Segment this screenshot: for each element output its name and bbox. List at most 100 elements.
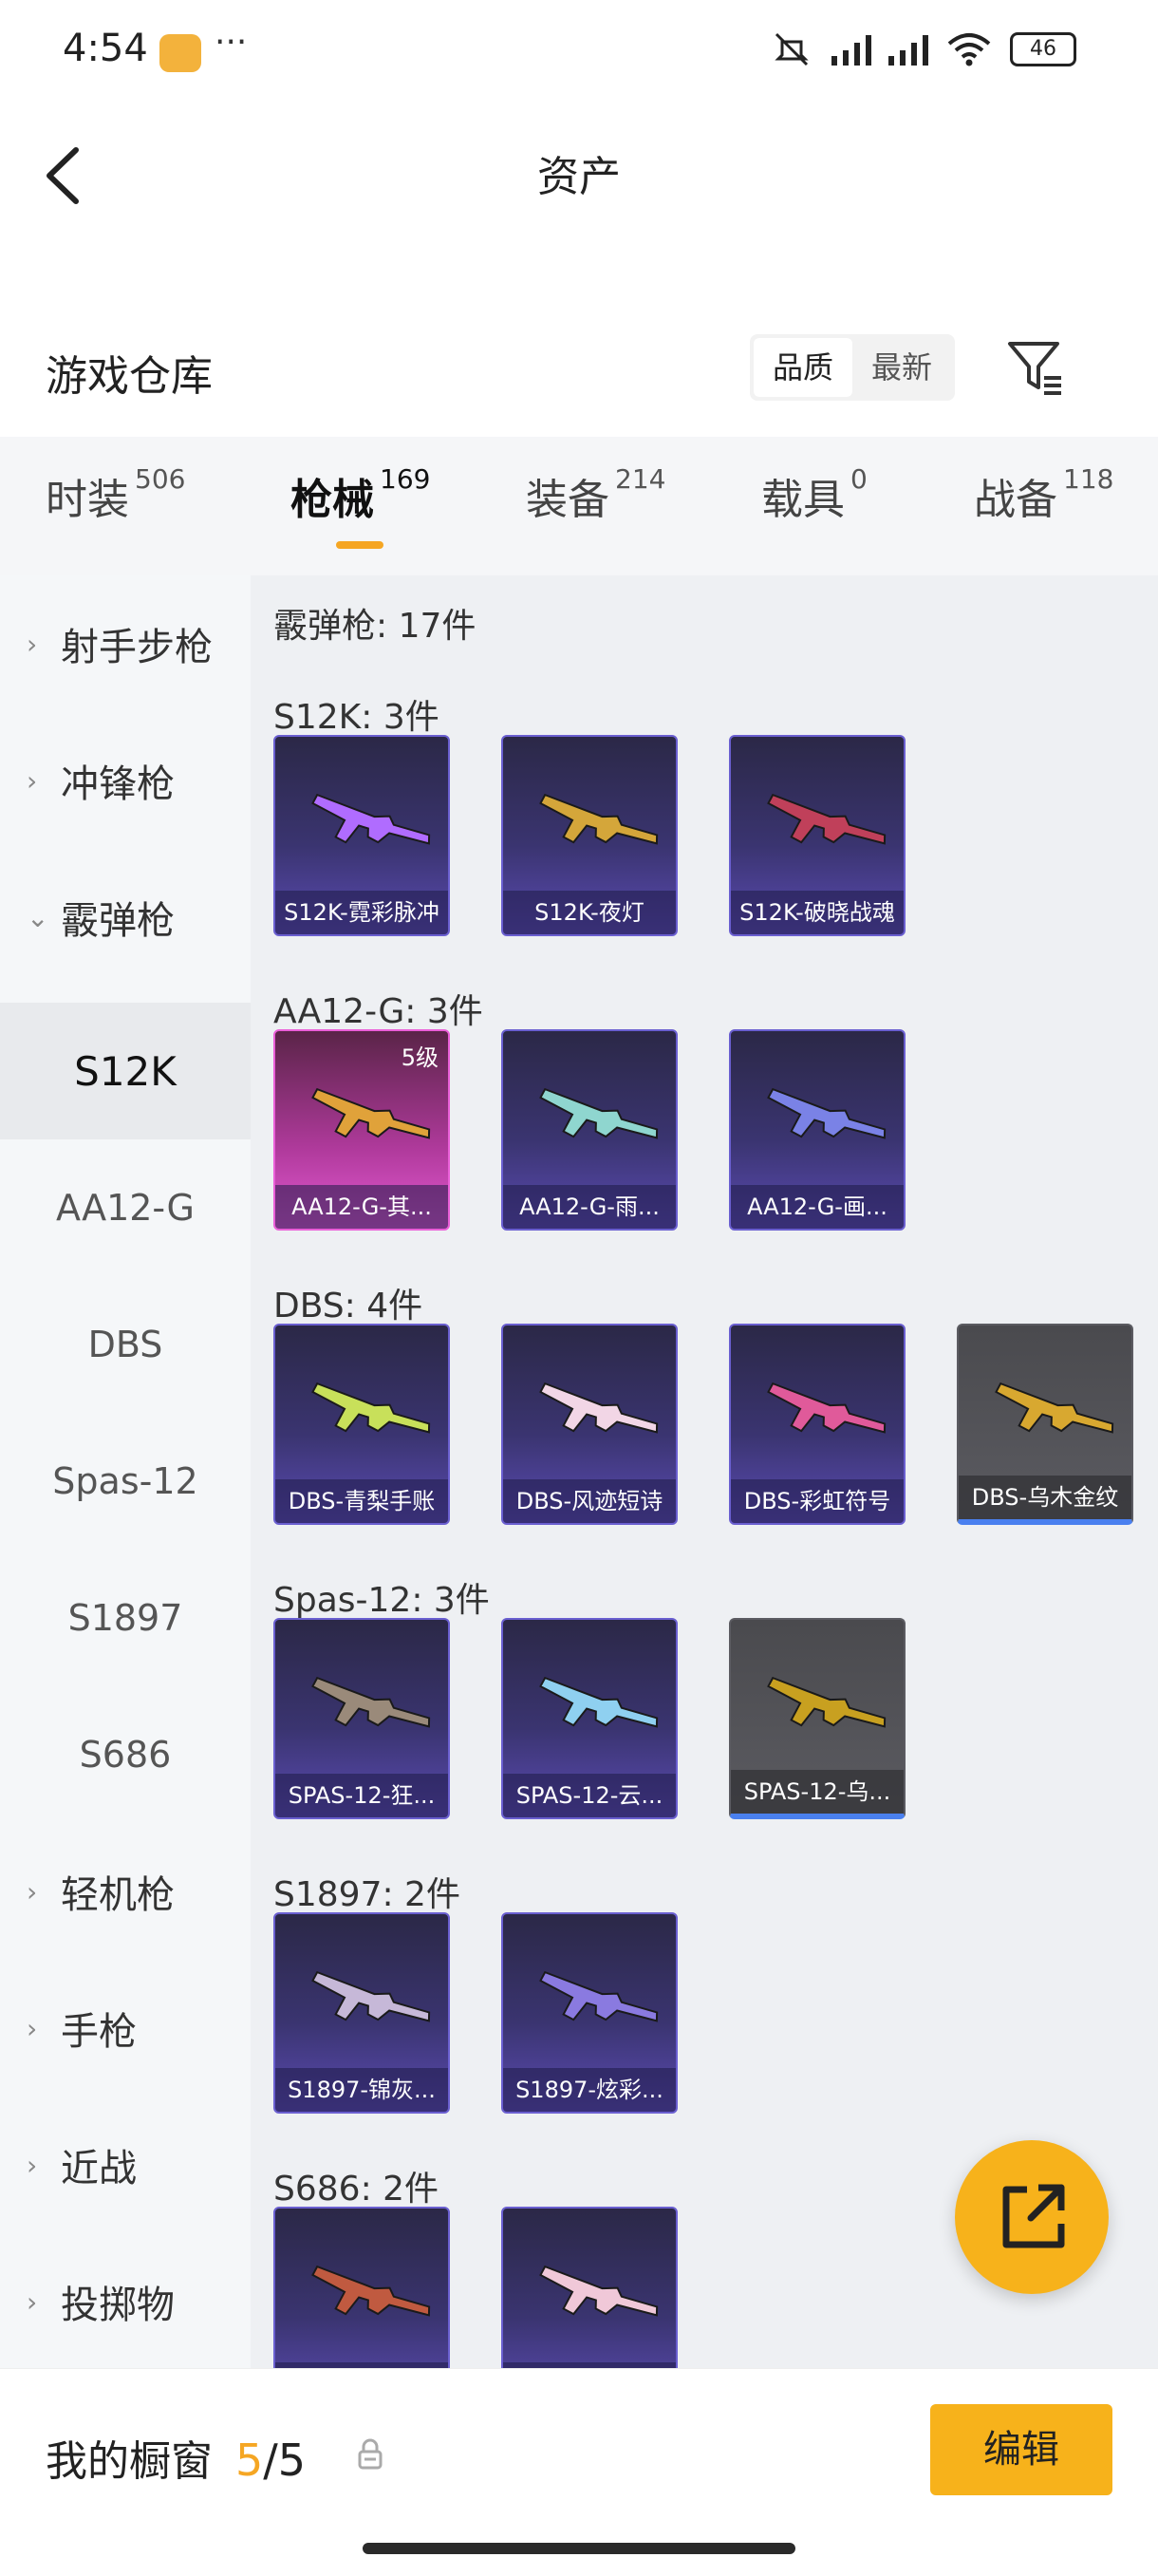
item-name: AA12-G-画...	[731, 1185, 904, 1229]
signal-2-icon	[888, 33, 928, 66]
sidebar-item-smg[interactable]: › 冲锋枪	[0, 712, 251, 849]
sidebar-item-throwables[interactable]: › 投掷物	[0, 2233, 251, 2370]
item-card[interactable]	[273, 2207, 450, 2379]
sidebar-item-pistol[interactable]: › 手枪	[0, 1960, 251, 2097]
item-card[interactable]: SPAS-12-狂...	[273, 1618, 450, 1819]
active-tab-indicator	[336, 541, 383, 549]
tab-vehicles[interactable]: 载具 0	[761, 463, 868, 526]
sort-newest-button[interactable]: 最新	[852, 338, 951, 397]
chevron-right-icon: ›	[27, 764, 38, 797]
item-name: SPAS-12-乌...	[731, 1770, 904, 1814]
item-card[interactable]	[501, 2207, 678, 2379]
group-header: S1897: 2件	[273, 1875, 460, 1914]
chevron-right-icon: ›	[27, 2285, 38, 2318]
item-card[interactable]: DBS-乌木金纹	[957, 1324, 1133, 1525]
home-indicator[interactable]	[363, 2543, 795, 2554]
shotgun-icon	[539, 2266, 659, 2317]
shotgun-icon	[311, 794, 431, 845]
sidebar-item-lmg[interactable]: › 轻机枪	[0, 1823, 251, 1960]
group-header: Spas-12: 3件	[273, 1581, 490, 1620]
share-icon	[1002, 2184, 1065, 2248]
item-card[interactable]: DBS-风迹短诗	[501, 1324, 678, 1525]
shotgun-icon	[539, 794, 659, 845]
shotgun-icon	[311, 1382, 431, 1434]
signal-1-icon	[831, 33, 871, 66]
shotgun-icon	[539, 1088, 659, 1139]
share-button[interactable]	[955, 2140, 1109, 2294]
sidebar-item-dbs[interactable]: DBS	[0, 1276, 251, 1413]
group-header: AA12-G: 3件	[273, 992, 483, 1031]
sort-toggle: 品质 最新	[750, 334, 955, 401]
edit-button[interactable]: 编辑	[930, 2404, 1112, 2495]
more-notifications-icon: ···	[215, 23, 248, 62]
sidebar-item-spas12[interactable]: Spas-12	[0, 1413, 251, 1550]
item-name: DBS-风迹短诗	[503, 1479, 676, 1523]
item-card[interactable]: S1897-炫彩...	[501, 1912, 678, 2114]
sidebar: › 射手步枪 › 冲锋枪 ⌄ 霰弹枪 S12K AA12-G DBS Spas-12 …	[0, 575, 251, 2379]
item-card[interactable]: DBS-彩虹符号	[729, 1324, 906, 1525]
chevron-down-icon: ⌄	[27, 901, 49, 933]
item-name: S12K-霓彩脉冲	[275, 891, 448, 934]
warehouse-title: 游戏仓库	[46, 352, 213, 401]
shotgun-icon	[311, 1971, 431, 2022]
sidebar-item-shotgun[interactable]: ⌄ 霰弹枪	[0, 849, 251, 986]
chevron-right-icon: ›	[27, 628, 38, 660]
item-name: SPAS-12-云...	[503, 1774, 676, 1817]
shotgun-icon	[311, 2266, 431, 2317]
shotgun-icon	[995, 1382, 1114, 1434]
chevron-right-icon: ›	[27, 1875, 38, 1908]
item-card[interactable]: 5级 AA12-G-其...	[273, 1029, 450, 1231]
sidebar-item-s1897[interactable]: S1897	[0, 1550, 251, 1686]
item-card[interactable]: SPAS-12-乌...	[729, 1618, 906, 1819]
item-card[interactable]: S1897-锦灰...	[273, 1912, 450, 2114]
shotgun-icon	[767, 794, 887, 845]
shotgun-icon	[767, 1088, 887, 1139]
status-time: 4:54	[63, 27, 148, 70]
group-header: S686: 2件	[273, 2170, 439, 2209]
tab-supplies[interactable]: 战备 118	[974, 463, 1113, 526]
sidebar-item-aa12g[interactable]: AA12-G	[0, 1139, 251, 1276]
group-header: DBS: 4件	[273, 1287, 423, 1326]
group-header: S12K: 3件	[273, 698, 439, 737]
filter-icon[interactable]	[1006, 338, 1065, 399]
item-name: S12K-夜灯	[503, 891, 676, 934]
sidebar-item-marksman-rifle[interactable]: › 射手步枪	[0, 575, 251, 712]
shotgun-icon	[767, 1382, 887, 1434]
chevron-right-icon: ›	[27, 2012, 38, 2044]
item-grid: 霰弹枪: 17件 S12K: 3件 S12K-霓彩脉冲 S12K-夜灯 S12K-破晓…	[251, 575, 1158, 2379]
item-card[interactable]: DBS-青梨手账	[273, 1324, 450, 1525]
shotgun-icon	[539, 1677, 659, 1728]
item-card[interactable]: S12K-夜灯	[501, 735, 678, 936]
item-card[interactable]: AA12-G-画...	[729, 1029, 906, 1231]
shotgun-icon	[311, 1677, 431, 1728]
item-name: DBS-彩虹符号	[731, 1479, 904, 1523]
item-name: DBS-青梨手账	[275, 1479, 448, 1523]
tab-firearms[interactable]: 枪械 169	[290, 463, 430, 526]
sidebar-item-s686[interactable]: S686	[0, 1686, 251, 1823]
item-card[interactable]: SPAS-12-云...	[501, 1618, 678, 1819]
item-card[interactable]: AA12-G-雨...	[501, 1029, 678, 1231]
item-name: SPAS-12-狂...	[275, 1774, 448, 1817]
sidebar-item-melee[interactable]: › 近战	[0, 2097, 251, 2233]
item-card[interactable]: S12K-破晓战魂	[729, 735, 906, 936]
tab-equipment[interactable]: 装备 214	[526, 463, 665, 526]
shotgun-icon	[539, 1382, 659, 1434]
shotgun-icon	[539, 1971, 659, 2022]
level-badge: 5级	[401, 1044, 439, 1071]
mute-icon	[775, 32, 809, 66]
page-title: 资产	[537, 153, 621, 201]
showcase-label: 我的橱窗 5/5	[46, 2435, 307, 2486]
item-card[interactable]: S12K-霓彩脉冲	[273, 735, 450, 936]
item-name: S12K-破晓战魂	[731, 891, 904, 934]
tab-fashion[interactable]: 时装 506	[46, 463, 185, 526]
item-name: AA12-G-雨...	[503, 1185, 676, 1229]
showcase-count: 5/5	[235, 2435, 307, 2486]
battery-icon: 46	[1010, 32, 1076, 66]
status-bar: 4:54 ··· 46	[0, 0, 1158, 104]
sort-quality-button[interactable]: 品质	[754, 338, 852, 397]
sidebar-item-s12k[interactable]: S12K	[0, 1003, 251, 1139]
lock-icon	[358, 2438, 383, 2470]
wifi-icon	[947, 33, 991, 66]
item-name: DBS-乌木金纹	[959, 1476, 1131, 1519]
shotgun-icon	[767, 1677, 887, 1728]
